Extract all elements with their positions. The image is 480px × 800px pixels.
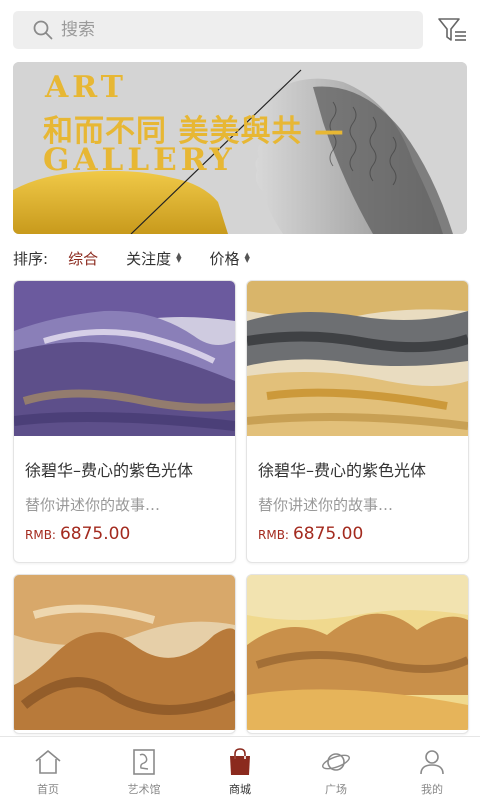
product-description: 替你讲述你的故事… [25, 496, 161, 514]
tab-label: 我的 [421, 783, 443, 796]
product-title: 徐碧华–费心的紫色光体 [25, 461, 194, 480]
tab-mine[interactable]: 我的 [384, 737, 480, 800]
sort-option-price[interactable]: 价格 ▲ ▼ [209, 248, 249, 269]
sort-option-label: 综合 [68, 249, 99, 268]
tab-gallery[interactable]: 艺术馆 [96, 737, 192, 800]
product-image [247, 575, 468, 730]
product-image [247, 281, 468, 436]
promo-banner[interactable]: ART 和而不同 美美與共 — GALLERY [13, 62, 467, 234]
price-value: 6875.00 [292, 524, 364, 544]
banner-title-gallery: GALLERY [43, 142, 236, 178]
product-card[interactable]: 徐碧华–费心的紫色光体 替你讲述你的故事… RMB: 6875.00 [246, 280, 469, 563]
sort-option-label: 关注度 [126, 249, 172, 268]
product-description: 替你讲述你的故事… [258, 496, 394, 514]
sort-label: 排序: [13, 249, 49, 268]
search-input[interactable] [61, 20, 381, 40]
price-currency: RMB: [258, 528, 289, 542]
sort-option-popularity[interactable]: 关注度 ▲ ▼ [126, 248, 181, 269]
sort-arrows-icon: ▲ ▼ [176, 251, 182, 264]
sort-option-label: 价格 [209, 249, 240, 268]
tab-label: 首页 [37, 783, 59, 796]
top-bar [0, 0, 480, 58]
tab-label: 商城 [229, 783, 251, 796]
price-currency: RMB: [25, 528, 56, 542]
product-image [14, 281, 235, 436]
bottom-tab-bar: 首页 艺术馆 商城 广场 我的 [0, 736, 480, 800]
price-value: 6875.00 [59, 524, 131, 544]
tab-square[interactable]: 广场 [288, 737, 384, 800]
planet-icon [322, 753, 350, 771]
product-price: RMB: 6875.00 [258, 524, 363, 544]
sort-bar: 排序: 综合 关注度 ▲ ▼ 价格 ▲ ▼ [13, 246, 278, 270]
tab-label: 艺术馆 [127, 783, 161, 796]
home-icon [35, 750, 61, 774]
tab-label: 广场 [325, 783, 347, 796]
banner-title-art: ART [45, 70, 128, 105]
product-card[interactable] [246, 574, 469, 734]
product-card[interactable] [13, 574, 236, 734]
search-icon [33, 20, 53, 40]
shopping-bag-icon [230, 748, 250, 775]
product-price: RMB: 6875.00 [25, 524, 130, 544]
product-card[interactable]: 徐碧华–费心的紫色光体 替你讲述你的故事… RMB: 6875.00 [13, 280, 236, 563]
tab-home[interactable]: 首页 [0, 737, 96, 800]
gallery-icon [133, 749, 155, 775]
product-title: 徐碧华–费心的紫色光体 [258, 461, 427, 480]
sort-option-comprehensive[interactable]: 综合 [68, 248, 98, 269]
filter-icon[interactable] [436, 15, 468, 45]
tab-mall[interactable]: 商城 [192, 737, 288, 800]
product-image [14, 575, 235, 730]
user-icon [420, 750, 444, 775]
sort-arrows-icon: ▲ ▼ [244, 251, 250, 264]
search-bar[interactable] [13, 11, 423, 49]
